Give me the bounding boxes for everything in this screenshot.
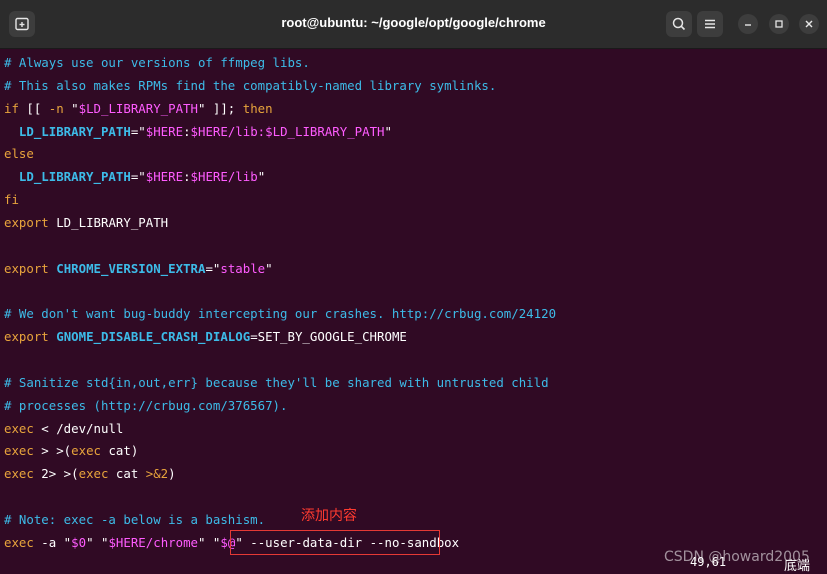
code-token: ) — [168, 466, 176, 482]
minimize-button[interactable] — [738, 14, 758, 34]
menu-button[interactable] — [697, 11, 723, 37]
code-token: $HERE — [108, 534, 146, 550]
code-token: exec — [78, 466, 109, 482]
terminal-line: exec > >(exec cat) — [4, 440, 823, 463]
code-token: " " — [86, 534, 109, 550]
code-token: $HERE — [145, 123, 184, 139]
code-token: then — [242, 100, 273, 116]
code-token: export — [4, 260, 49, 276]
terminal-line: # Always use our versions of ffmpeg libs… — [4, 52, 823, 75]
code-token: exec — [4, 466, 34, 482]
code-token: # Sanitize std{in,out,err} because they'… — [4, 374, 549, 390]
menu-icon — [705, 19, 715, 29]
code-token: [[ — [18, 100, 49, 116]
code-token: >&2 — [145, 466, 169, 482]
code-token: # Note: exec -a below is a bashism. — [4, 511, 266, 527]
close-icon — [805, 20, 813, 28]
terminal-line: # processes (http://crbug.com/376567). — [4, 395, 823, 418]
code-token: exec — [4, 534, 34, 550]
code-token: " — [257, 169, 266, 185]
code-token: # We don't want bug-buddy intercepting o… — [4, 306, 557, 322]
code-token: # Always use our versions of ffmpeg libs… — [4, 55, 310, 70]
code-token: $LD_LIBRARY_PATH — [78, 100, 198, 116]
code-token: stable — [220, 260, 266, 276]
code-token: $0 — [71, 534, 87, 550]
terminal-line: # We don't want bug-buddy intercepting o… — [4, 303, 823, 326]
code-token: -a " — [33, 534, 72, 550]
code-token: $HERE — [190, 123, 228, 139]
code-token: if — [4, 100, 19, 116]
terminal-line: exec 2> >(exec cat >&2) — [4, 463, 823, 486]
code-token: /lib — [227, 169, 258, 185]
code-token: LD_LIBRARY_PATH — [4, 169, 131, 185]
code-token: # This also makes RPMs find the compatib… — [4, 77, 497, 93]
terminal-line: # Note: exec -a below is a bashism. — [4, 509, 823, 532]
code-token: $LD_LIBRARY_PATH — [265, 123, 385, 139]
code-token: LD_LIBRARY_PATH — [4, 123, 131, 139]
code-token: GNOME_DISABLE_CRASH_DIALOG — [56, 329, 251, 345]
maximize-button[interactable] — [769, 14, 789, 34]
code-token: export — [4, 214, 49, 230]
search-button[interactable] — [666, 11, 692, 37]
code-token: export — [4, 329, 49, 345]
terminal-line: else — [4, 143, 823, 166]
terminal-line: export CHROME_VERSION_EXTRA="stable" — [4, 258, 823, 281]
terminal-line: LD_LIBRARY_PATH="$HERE:$HERE/lib" — [4, 166, 823, 189]
terminal-line: export GNOME_DISABLE_CRASH_DIALOG=SET_BY… — [4, 326, 823, 349]
terminal-line: exec < /dev/null — [4, 418, 823, 441]
code-token: =" — [130, 123, 146, 139]
code-token: /lib: — [227, 123, 266, 139]
code-token: $HERE — [145, 169, 184, 185]
code-token: " ]]; — [197, 100, 243, 116]
maximize-icon — [775, 20, 783, 28]
code-token: 2> >( — [33, 466, 79, 482]
terminal-content[interactable]: # Always use our versions of ffmpeg libs… — [4, 52, 823, 555]
terminal-line: export LD_LIBRARY_PATH — [4, 212, 823, 235]
title-bar: root@ubuntu: ~/google/opt/google/chrome — [0, 0, 827, 49]
code-token: > >( — [33, 443, 72, 459]
terminal-line: # This also makes RPMs find the compatib… — [4, 75, 823, 98]
code-token: cat) — [101, 443, 139, 459]
code-token: " " — [198, 534, 221, 550]
code-token: " — [265, 260, 273, 276]
terminal-line: if [[ -n "$LD_LIBRARY_PATH" ]]; then — [4, 98, 823, 121]
code-token: " — [384, 123, 392, 139]
code-token: : — [183, 123, 191, 139]
code-token: cat — [108, 466, 146, 482]
code-token: exec — [4, 420, 34, 436]
code-token: $HERE — [190, 169, 228, 185]
close-button[interactable] — [799, 14, 819, 34]
code-token: =" — [130, 169, 146, 185]
highlight-box — [230, 530, 440, 555]
minimize-icon — [745, 24, 751, 26]
terminal-line: fi — [4, 189, 823, 212]
code-token: # processes (http://crbug.com/376567). — [4, 397, 288, 413]
scroll-position-label: 底端 — [784, 559, 811, 574]
code-token: : — [183, 169, 191, 185]
code-token: -n — [48, 100, 64, 116]
search-icon — [672, 17, 686, 31]
terminal-line: LD_LIBRARY_PATH="$HERE:$HERE/lib:$LD_LIB… — [4, 121, 823, 144]
annotation-label: 添加内容 — [301, 508, 357, 524]
code-token: exec — [71, 443, 101, 459]
code-token: < /dev/null — [33, 420, 124, 436]
terminal-line: # Sanitize std{in,out,err} because they'… — [4, 372, 823, 395]
code-token: exec — [4, 443, 34, 459]
code-token: else — [4, 146, 34, 162]
terminal-window: root@ubuntu: ~/google/opt/google/chrome — [0, 0, 827, 574]
code-token: " — [63, 100, 79, 116]
code-token: fi — [4, 192, 19, 208]
code-token: =SET_BY_GOOGLE_CHROME — [250, 329, 407, 345]
code-token: CHROME_VERSION_EXTRA — [56, 260, 206, 276]
cursor-position: 49,61 — [690, 555, 727, 569]
code-token: /chrome — [145, 534, 198, 550]
code-token: =" — [205, 260, 221, 276]
code-token: LD_LIBRARY_PATH — [48, 214, 169, 230]
